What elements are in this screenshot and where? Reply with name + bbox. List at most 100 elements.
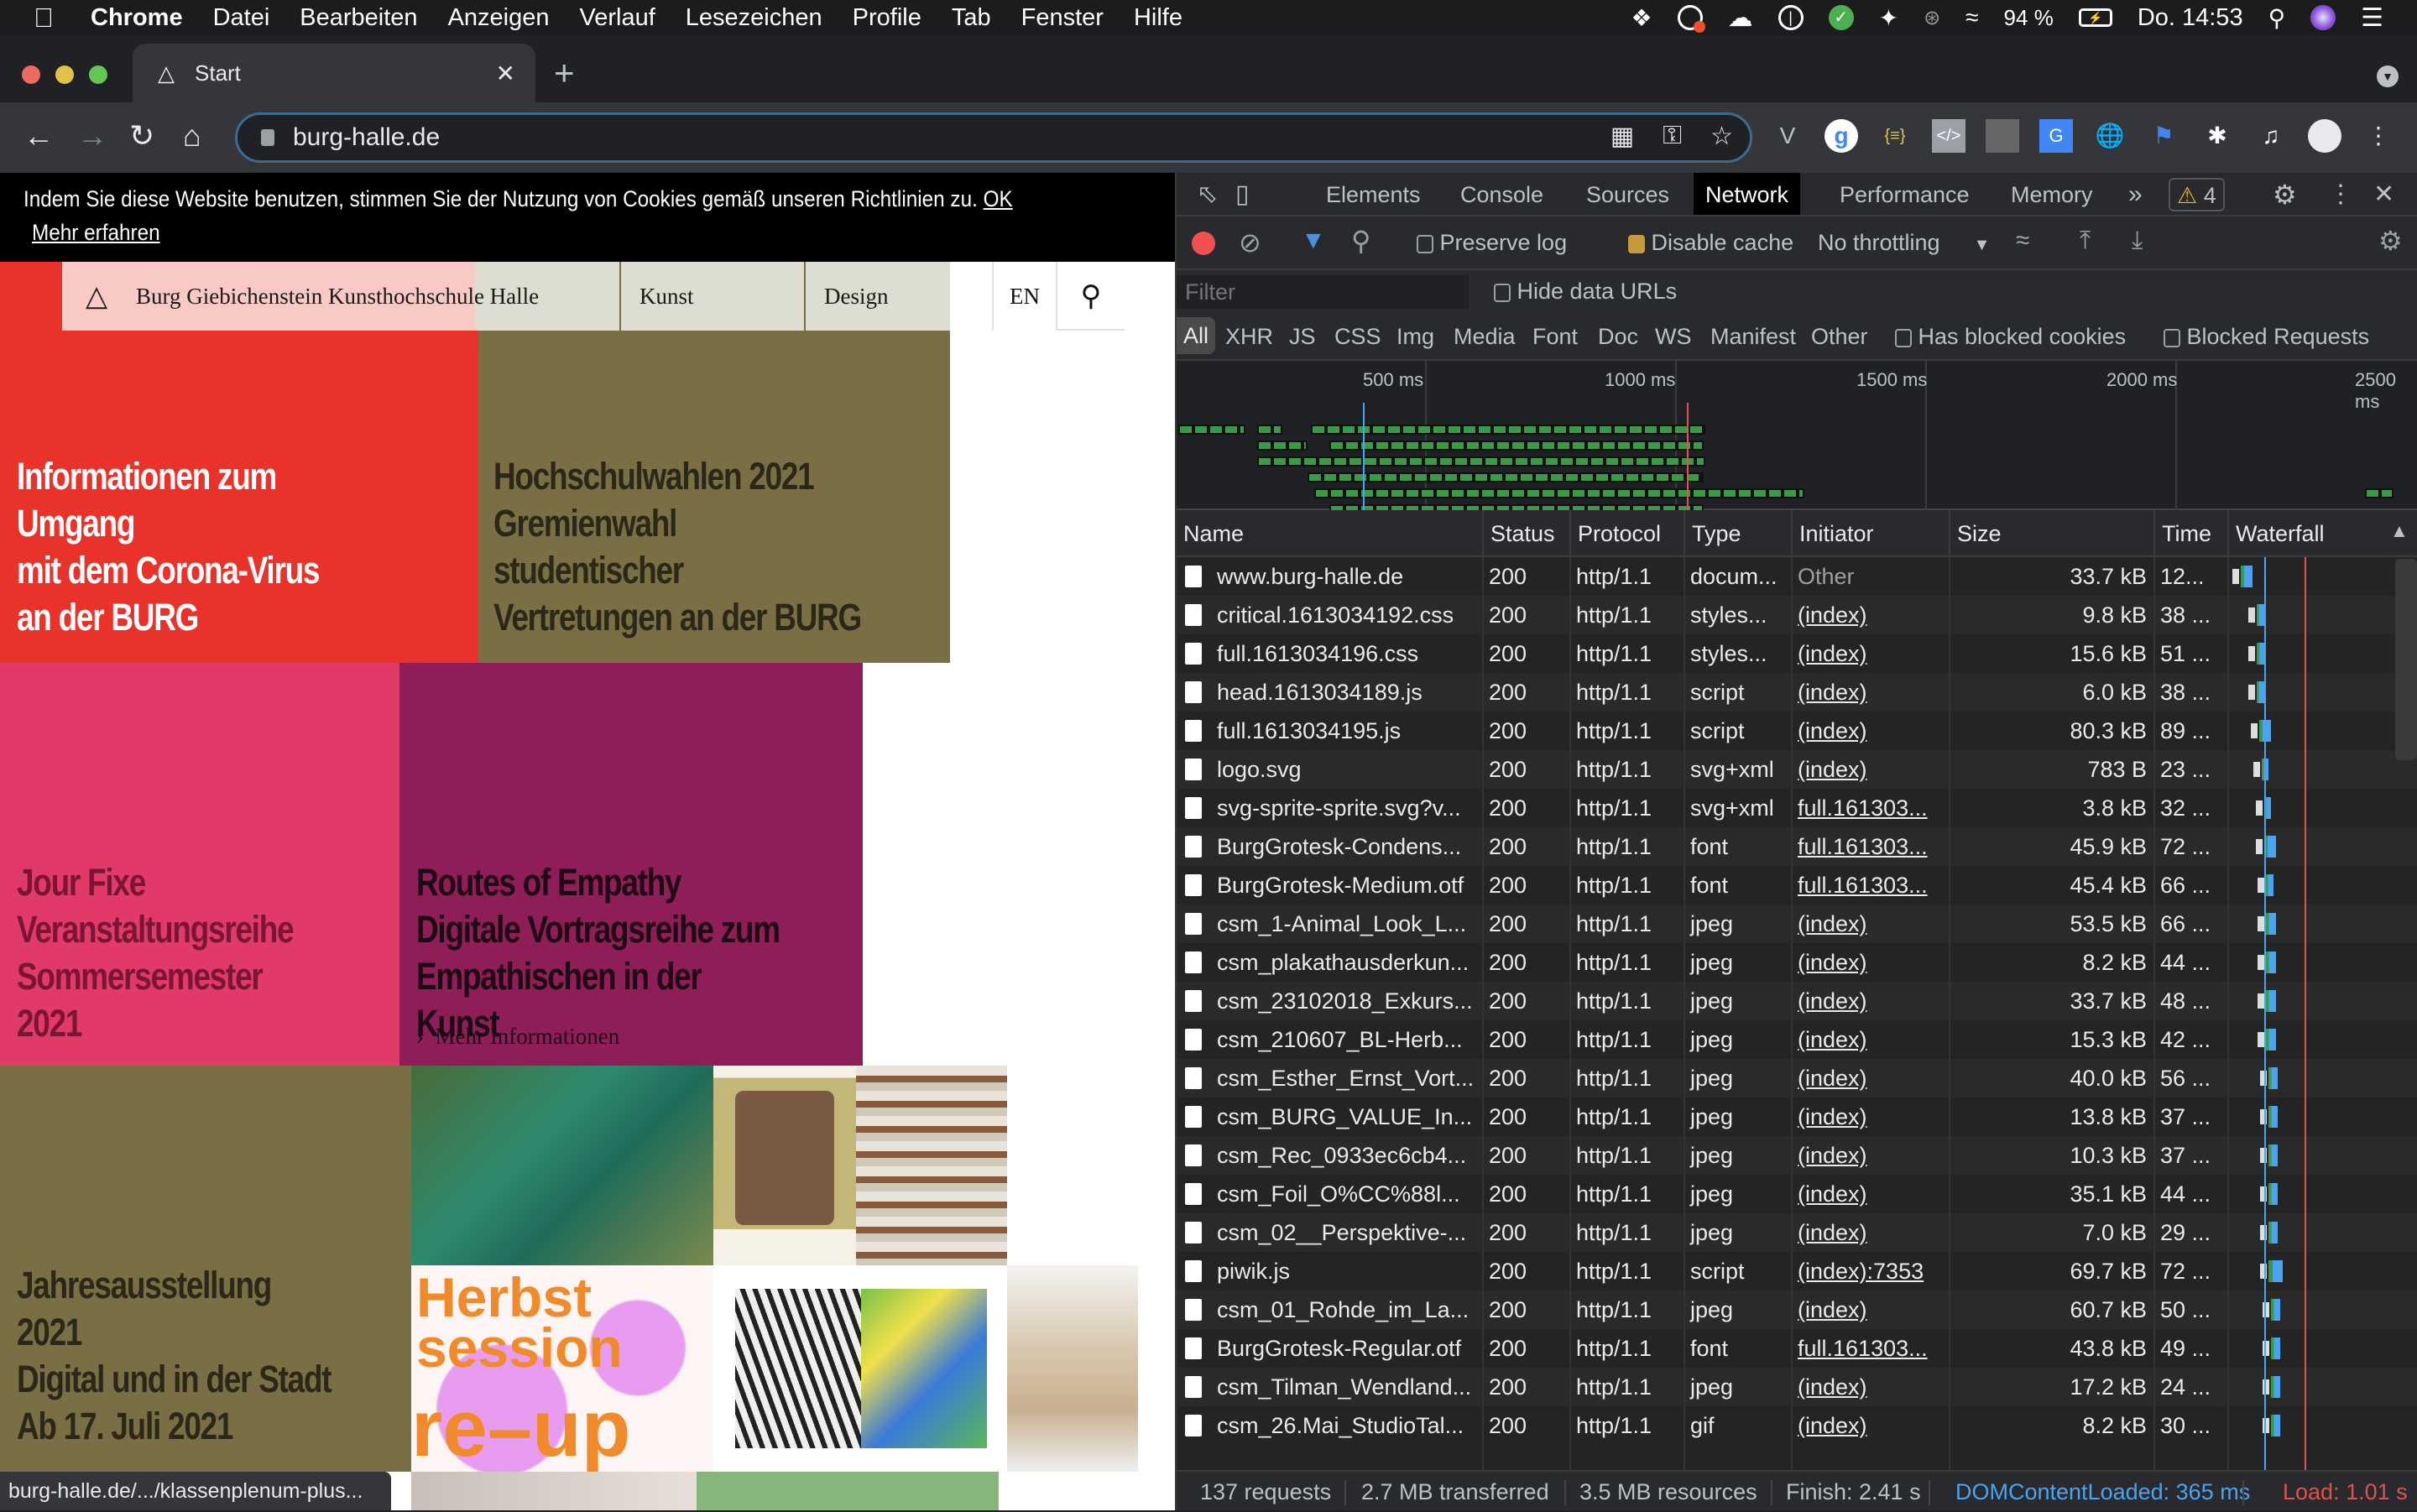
column-time[interactable]: Time — [2153, 510, 2227, 557]
image-burg-value[interactable] — [1007, 1265, 1138, 1472]
tile-corona-info[interactable]: Informationen zum Umgang mit dem Corona-… — [0, 331, 478, 663]
layout-extension-icon[interactable] — [1986, 119, 2019, 153]
creative-cloud-icon[interactable] — [1677, 5, 1705, 33]
profile-avatar[interactable] — [2308, 119, 2341, 153]
image-animal-look[interactable] — [411, 1066, 713, 1265]
globe-extension-icon[interactable]: 🌐 — [2093, 119, 2127, 153]
cell-initiator[interactable]: (index) — [1791, 1406, 1949, 1445]
back-button[interactable]: ← — [23, 117, 54, 154]
reload-button[interactable]: ↻ — [129, 117, 154, 154]
request-row[interactable]: csm_26.Mai_StudioTal... 200 http/1.1 gif (in… — [1177, 1406, 2417, 1445]
vue-devtools-extension-icon[interactable]: V — [1771, 119, 1804, 153]
cell-initiator[interactable]: (index) — [1791, 1368, 1949, 1406]
cookie-more-link[interactable]: Mehr erfahren — [32, 220, 160, 246]
cell-initiator[interactable]: (index) — [1791, 712, 1949, 750]
request-row[interactable]: logo.svg 200 http/1.1 svg+xml (index) 783 B 23… — [1177, 750, 2417, 789]
cell-initiator[interactable]: (index) — [1791, 1059, 1949, 1098]
menu-hilfe[interactable]: Hilfe — [1134, 4, 1182, 32]
menu-datei[interactable]: Datei — [213, 4, 270, 32]
request-row[interactable]: BurgGrotesk-Regular.otf 200 http/1.1 font fu… — [1177, 1329, 2417, 1368]
cell-initiator[interactable]: (index) — [1791, 1020, 1949, 1059]
checkbox-checked[interactable] — [1628, 234, 1645, 253]
type-filter-other[interactable]: Other — [1811, 324, 1868, 350]
type-filter-doc[interactable]: Doc — [1598, 324, 1638, 350]
request-row[interactable]: csm_plakathausderkun... 200 http/1.1 jpeg (i… — [1177, 943, 2417, 982]
settings-gear-icon[interactable]: ⚙ — [2273, 173, 2297, 215]
checkbox[interactable] — [1895, 328, 1912, 347]
menu-anzeigen[interactable]: Anzeigen — [448, 4, 550, 32]
request-row[interactable]: csm_Foil_O%CC%88l... 200 http/1.1 jpeg (inde… — [1177, 1175, 2417, 1213]
checkbox[interactable] — [2164, 328, 2180, 347]
language-switch-en[interactable]: EN — [992, 262, 1056, 331]
network-overview-timeline[interactable]: 500 ms 1000 ms 1500 ms 2000 ms 2500 ms — [1177, 361, 2417, 530]
menu-app-chrome[interactable]: Chrome — [91, 4, 183, 32]
cell-initiator[interactable]: (index) — [1791, 905, 1949, 943]
chrome-menu-icon[interactable]: ⋮ — [2362, 119, 2395, 153]
lock-icon[interactable] — [261, 129, 274, 146]
new-tab-button[interactable]: + — [554, 54, 575, 92]
sort-ascending-icon[interactable]: ▲ — [2390, 520, 2409, 542]
site-brand-link[interactable]: △ Burg Giebichenstein Kunsthochschule Ha… — [62, 262, 619, 331]
import-har-icon[interactable]: ⤒ — [2080, 227, 2091, 255]
device-toolbar-icon[interactable]: ▯ — [1235, 173, 1250, 215]
home-button[interactable]: ⌂ — [183, 117, 201, 154]
code-extension-icon[interactable]: </> — [1932, 119, 1965, 153]
battery-icon[interactable]: ⚡ — [2078, 8, 2112, 27]
google-extension-icon[interactable]: g — [1824, 119, 1858, 153]
cell-initiator[interactable]: (index) — [1791, 1213, 1949, 1252]
nav-design[interactable]: Design — [804, 262, 950, 331]
bluetooth-icon[interactable]: ⊛ — [1924, 6, 1940, 30]
filter-funnel-icon[interactable]: ▼ — [1301, 227, 1326, 255]
has-blocked-cookies-checkbox[interactable]: Has blocked cookies — [1895, 324, 2126, 350]
cell-initiator[interactable]: (index) — [1791, 1098, 1949, 1136]
menu-lesezeichen[interactable]: Lesezeichen — [686, 4, 822, 32]
request-row[interactable]: BurgGrotesk-Medium.otf 200 http/1.1 font ful… — [1177, 866, 2417, 905]
image-studio-talk[interactable] — [697, 1472, 999, 1510]
bookmark-star-icon[interactable]: ☆ — [1710, 122, 1733, 151]
disable-cache-checkbox[interactable]: Disable cache — [1628, 230, 1793, 256]
request-row[interactable]: csm_1-Animal_Look_L... 200 http/1.1 jpeg (in… — [1177, 905, 2417, 943]
request-row[interactable]: csm_23102018_Exkurs... 200 http/1.1 jpeg (in… — [1177, 982, 2417, 1020]
cell-initiator[interactable]: (index) — [1791, 1290, 1949, 1329]
column-initiator[interactable]: Initiator — [1791, 510, 1949, 557]
tile-routes-of-empathy[interactable]: Routes of Empathy Digitale Vortragsreihe… — [399, 663, 863, 1066]
request-row[interactable]: csm_BURG_VALUE_In... 200 http/1.1 jpeg (inde… — [1177, 1098, 2417, 1136]
1password-icon[interactable]: | — [1778, 5, 1804, 30]
menu-tab[interactable]: Tab — [952, 4, 991, 32]
site-search-icon[interactable]: ⚲ — [1056, 262, 1125, 331]
request-row[interactable]: piwik.js 200 http/1.1 script (index):7353 69.… — [1177, 1252, 2417, 1290]
cell-initiator[interactable]: (index) — [1791, 750, 1949, 789]
minimize-window-button[interactable] — [55, 65, 74, 84]
column-waterfall[interactable]: Waterfall — [2227, 510, 2417, 557]
password-key-icon[interactable]: ⚿ — [1663, 122, 1682, 151]
network-settings-gear-icon[interactable]: ⚙ — [2378, 225, 2403, 257]
menu-bearbeiten[interactable]: Bearbeiten — [300, 4, 417, 32]
close-window-button[interactable] — [22, 65, 40, 84]
request-row[interactable]: csm_02__Perspektive-... 200 http/1.1 jpeg (i… — [1177, 1213, 2417, 1252]
type-filter-img[interactable]: Img — [1396, 324, 1434, 350]
tab-sources[interactable]: Sources — [1586, 173, 1669, 215]
type-filter-ws[interactable]: WS — [1655, 324, 1692, 350]
image-plakat-haus-der-kunst[interactable] — [713, 1066, 856, 1265]
more-info-link[interactable]: › Mehr Informationen — [416, 1024, 619, 1050]
image-esther-ernst[interactable] — [713, 1265, 1007, 1472]
tab-elements[interactable]: Elements — [1326, 173, 1421, 215]
clock[interactable]: Do. 14:53 — [2138, 4, 2243, 32]
image-exkursion[interactable] — [856, 1066, 1007, 1265]
request-row[interactable]: BurgGrotesk-Condens... 200 http/1.1 font ful… — [1177, 827, 2417, 866]
cell-initiator[interactable]: (index) — [1791, 943, 1949, 982]
type-filter-xhr[interactable]: XHR — [1225, 324, 1273, 350]
type-filter-js[interactable]: JS — [1289, 324, 1316, 350]
request-row[interactable]: csm_210607_BL-Herb... 200 http/1.1 jpeg (ind… — [1177, 1020, 2417, 1059]
apple-menu-icon[interactable]:  — [34, 3, 67, 34]
type-filter-all[interactable]: All — [1177, 317, 1216, 354]
nav-kunst[interactable]: Kunst — [619, 262, 804, 331]
wifi-icon[interactable]: ≈ — [1965, 4, 1978, 31]
media-control-icon[interactable]: ♫ — [2254, 119, 2288, 153]
qr-code-icon[interactable]: ▦ — [1610, 122, 1634, 151]
siri-icon[interactable] — [2310, 5, 2336, 30]
type-filter-css[interactable]: CSS — [1334, 324, 1381, 350]
menu-fenster[interactable]: Fenster — [1021, 4, 1104, 32]
close-devtools-icon[interactable]: ✕ — [2373, 173, 2394, 215]
request-row[interactable]: csm_Tilman_Wendland... 200 http/1.1 jpeg (in… — [1177, 1368, 2417, 1406]
